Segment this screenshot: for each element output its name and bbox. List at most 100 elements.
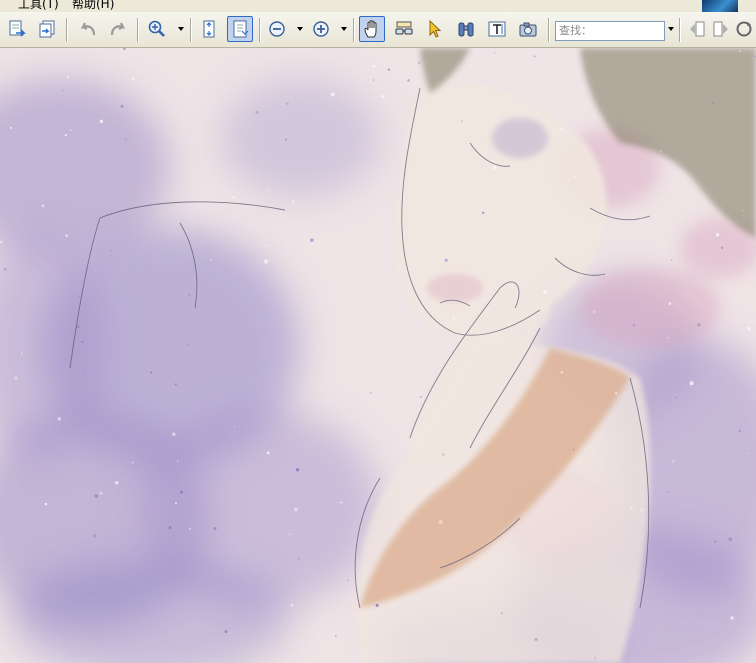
paper-speck (180, 490, 183, 494)
zoom-in-button[interactable] (308, 16, 334, 42)
toolbar-separator (66, 18, 68, 42)
hand-tool-button[interactable] (359, 16, 385, 42)
paper-speck (629, 505, 633, 510)
paper-speck (560, 128, 563, 131)
paper-speck (543, 290, 547, 294)
paper-speck (295, 468, 300, 472)
paper-speck (534, 637, 538, 641)
paper-speck (330, 92, 335, 97)
paper-speck (289, 533, 291, 536)
paper-speck (20, 352, 24, 355)
text-select-icon (488, 21, 506, 37)
select-tool-button[interactable] (422, 16, 448, 42)
menu-item-tools[interactable]: 工具(T) (18, 0, 59, 11)
paper-speck (573, 175, 576, 178)
camera-icon (519, 22, 537, 37)
paper-speck (533, 55, 536, 58)
paper-speck (65, 234, 68, 237)
hand-icon (364, 20, 377, 38)
paper-speck (290, 603, 294, 607)
previous-page-button[interactable] (684, 16, 710, 42)
paper-speck (697, 322, 701, 327)
binoculars-icon (458, 22, 474, 37)
paper-speck (596, 482, 599, 485)
paper-speck (266, 451, 270, 455)
glasses-icon (395, 21, 413, 35)
paper-speck (286, 102, 289, 105)
lips-blush (427, 274, 483, 302)
paper-speck (70, 129, 72, 131)
paper-speck (493, 165, 497, 170)
paper-speck (150, 371, 153, 374)
paper-speck (442, 453, 445, 456)
page-arrow-icon (9, 20, 26, 37)
paper-speck (670, 258, 673, 261)
paper-speck (739, 50, 741, 52)
paper-speck (460, 120, 463, 123)
actual-size-button[interactable] (227, 16, 253, 42)
paper-speck (64, 133, 67, 137)
zoom-out-dropdown[interactable] (295, 16, 305, 42)
rose-wash (580, 268, 720, 348)
page-insert-button[interactable] (34, 16, 60, 42)
paper-speck (714, 540, 717, 543)
paper-speck (265, 244, 268, 247)
paper-speck (592, 310, 596, 314)
document-viewport[interactable] (0, 48, 756, 663)
paper-speck (3, 267, 7, 271)
paper-speck (67, 76, 70, 79)
search-input[interactable]: 查找： (555, 21, 665, 41)
undo-button[interactable] (75, 16, 101, 42)
peony-wash (220, 78, 380, 198)
zoom-tool-button[interactable] (144, 16, 170, 42)
paper-speck (711, 101, 715, 105)
document-image (0, 48, 756, 663)
loupe-tool-button[interactable] (391, 16, 417, 42)
toolbar-separator (353, 18, 355, 42)
paper-speck (292, 200, 295, 203)
fit-page-button[interactable] (196, 16, 222, 42)
paper-speck (632, 323, 636, 327)
chevron-down-icon (297, 27, 303, 31)
paper-speck (255, 110, 259, 114)
actual-size-icon (233, 20, 249, 38)
paper-speck (209, 259, 212, 262)
paper-speck (347, 579, 349, 582)
paper-speck (171, 432, 176, 437)
snapshot-button[interactable] (515, 16, 541, 42)
paper-speck (375, 603, 379, 607)
paper-speck (715, 232, 720, 237)
redo-arrow-icon (110, 22, 126, 36)
paper-speck (174, 502, 178, 505)
paper-speck (594, 656, 597, 659)
toolbar-separator (137, 18, 139, 42)
refresh-button[interactable] (731, 16, 756, 42)
chevron-down-icon (341, 27, 347, 31)
paper-speck (372, 64, 376, 68)
fit-page-icon (203, 20, 215, 38)
paper-speck (444, 258, 448, 262)
paper-speck (675, 396, 677, 399)
menu-item-help[interactable]: 帮助(H) (72, 0, 114, 11)
arrow-cursor-icon (429, 19, 442, 38)
search-dropdown[interactable] (666, 16, 676, 42)
paper-speck (224, 630, 228, 634)
paper-speck (94, 494, 98, 498)
paper-speck (131, 76, 136, 81)
text-select-button[interactable] (484, 16, 510, 42)
paper-speck (667, 336, 670, 339)
toolbar: 查找： (0, 12, 756, 48)
zoom-in-dropdown[interactable] (339, 16, 349, 42)
redo-button[interactable] (105, 16, 131, 42)
zoom-out-button[interactable] (264, 16, 290, 42)
find-button[interactable] (453, 16, 479, 42)
zoom-tool-dropdown[interactable] (176, 16, 186, 42)
paper-speck (438, 520, 443, 525)
paper-speck (189, 527, 191, 530)
plus-circle-icon (313, 21, 329, 37)
paper-speck (367, 329, 369, 331)
paper-speck (482, 211, 485, 214)
menu-item-previous[interactable]: ） (0, 0, 8, 11)
page-extract-button[interactable] (4, 16, 30, 42)
paper-speck (672, 460, 675, 463)
